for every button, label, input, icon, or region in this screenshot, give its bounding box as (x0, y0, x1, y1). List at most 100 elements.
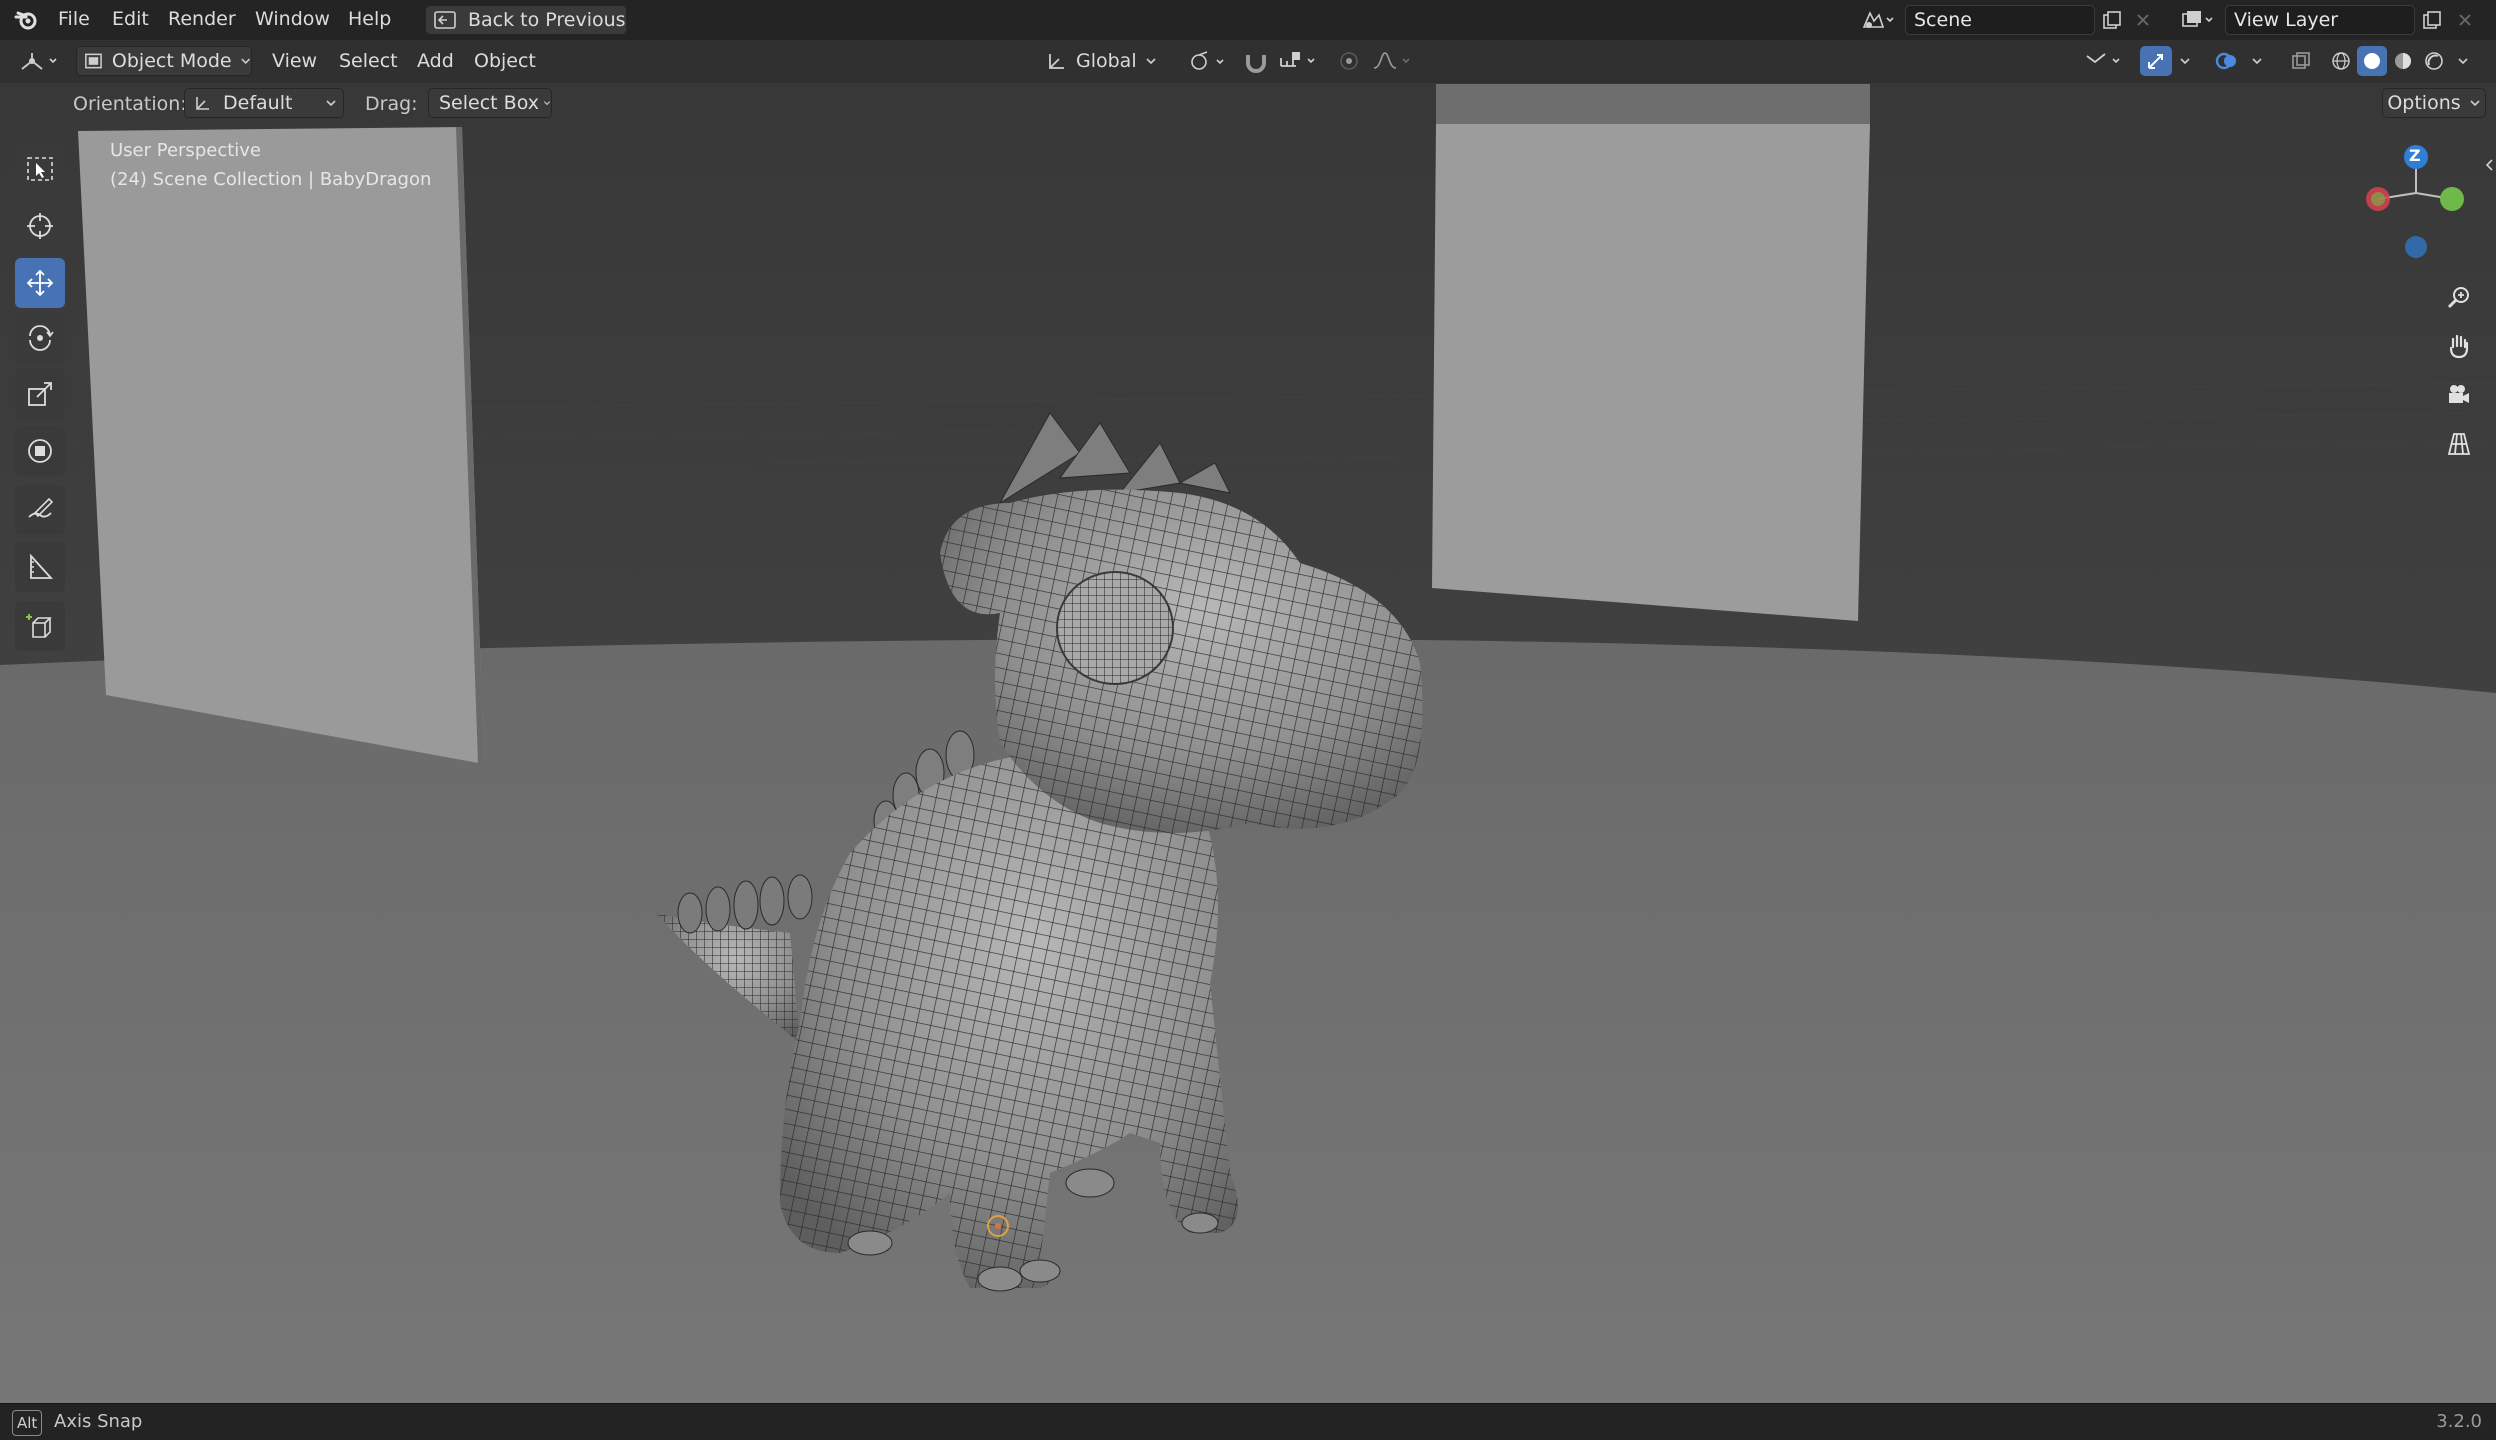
hand-icon (2449, 334, 2469, 359)
shading-dropdown[interactable] (2452, 46, 2474, 76)
chevron-down-icon (326, 100, 336, 107)
menu-window[interactable]: Window (255, 8, 330, 30)
rotate-icon (29, 325, 54, 351)
options-label: Options (2387, 92, 2461, 114)
shading-solid-button[interactable] (2357, 46, 2387, 76)
selectability-icon (2086, 53, 2120, 64)
options-dropdown[interactable]: Options (2382, 88, 2486, 118)
menu-file[interactable]: File (58, 8, 90, 30)
menu-help[interactable]: Help (348, 8, 391, 30)
falloff-curve-icon (1373, 52, 1410, 69)
viewport-collection-label: (24) Scene Collection | BabyDragon (110, 169, 432, 190)
orientation-dropdown[interactable]: Default (184, 88, 344, 118)
tool-transform[interactable] (15, 426, 65, 476)
object-visibility-dropdown[interactable] (2080, 46, 2130, 76)
view-layer-icon (2182, 11, 2213, 27)
gizmo-dropdown[interactable] (2174, 46, 2196, 76)
tool-measure[interactable] (15, 542, 65, 592)
tool-scale[interactable] (15, 369, 65, 419)
back-to-previous-label: Back to Previous (468, 9, 626, 31)
menu-edit[interactable]: Edit (112, 8, 149, 30)
menu-render[interactable]: Render (168, 8, 236, 30)
viewport-scene (0, 83, 2496, 1404)
pivot-point-dropdown[interactable] (1186, 46, 1232, 76)
drag-label: Drag: (365, 93, 418, 115)
viewport-header: Object Mode View Select Add Object Globa… (0, 40, 2496, 83)
tool-cursor[interactable] (15, 201, 65, 251)
overlays-dropdown[interactable] (2246, 46, 2268, 76)
mode-selector[interactable]: Object Mode (76, 46, 252, 76)
tool-annotate[interactable] (15, 485, 65, 535)
chevron-down-icon (2458, 58, 2468, 65)
drag-dropdown[interactable]: Select Box (428, 88, 552, 118)
select-box-icon (27, 157, 53, 181)
tool-rotate[interactable] (15, 313, 65, 363)
annotate-icon (28, 497, 54, 518)
scene-name-field[interactable]: Scene (1905, 5, 2095, 35)
zoom-button[interactable] (2439, 277, 2479, 317)
view-layer-browse-button[interactable] (2172, 5, 2222, 35)
sidebar-toggle-icon[interactable] (2482, 153, 2496, 177)
chevron-down-icon (240, 58, 250, 64)
menu-view[interactable]: View (272, 50, 317, 72)
transform-orientation-label: Global (1076, 50, 1137, 72)
blender-logo-icon[interactable] (12, 6, 42, 34)
alt-key-badge: Alt (12, 1410, 43, 1436)
menu-add[interactable]: Add (417, 50, 454, 72)
move-icon (26, 269, 54, 297)
menu-object[interactable]: Object (474, 50, 536, 72)
3d-viewport[interactable]: User Perspective (24) Scene Collection |… (0, 83, 2496, 1404)
orientation-value: Default (223, 92, 293, 114)
wireframe-sphere-icon (2332, 52, 2350, 70)
proportional-edit-icon (1340, 52, 1358, 70)
snap-target-dropdown[interactable] (1276, 46, 1324, 76)
chevron-down-icon (1146, 58, 1156, 65)
transform-icon (28, 439, 52, 463)
drag-value: Select Box (439, 92, 539, 114)
object-mode-icon (85, 53, 102, 69)
camera-view-button[interactable] (2439, 375, 2479, 415)
proportional-editing-toggle[interactable] (1334, 46, 1364, 76)
view-layer-name-field[interactable]: View Layer (2225, 5, 2415, 35)
new-view-layer-icon[interactable] (2418, 7, 2446, 33)
snap-increment-icon (1280, 52, 1315, 67)
gizmo-y-axis (2440, 187, 2464, 211)
back-to-previous-button[interactable]: Back to Previous (425, 5, 627, 35)
transform-orientation-dropdown[interactable]: Global (1046, 46, 1172, 76)
xray-toggle-button[interactable] (2286, 46, 2316, 76)
material-sphere-icon (2395, 53, 2411, 69)
overlays-toggle-button[interactable] (2210, 46, 2244, 76)
editor-type-button[interactable] (14, 46, 66, 76)
top-menu-bar: File Edit Render Window Help Back to Pre… (0, 0, 2496, 41)
scene-browse-button[interactable] (1853, 5, 1903, 35)
delete-view-layer-icon[interactable] (2452, 7, 2478, 33)
scale-icon (28, 382, 52, 406)
delete-scene-icon[interactable] (2130, 7, 2156, 33)
pan-button[interactable] (2439, 326, 2479, 366)
snap-toggle[interactable] (1238, 46, 1274, 76)
tool-add-cube[interactable] (15, 601, 65, 651)
gizmo-toggle-button[interactable] (2140, 46, 2172, 76)
orthographic-toggle-button[interactable] (2439, 424, 2479, 464)
new-scene-icon[interactable] (2098, 7, 2126, 33)
shading-material-button[interactable] (2388, 46, 2418, 76)
chevron-down-icon (543, 101, 551, 106)
tool-select-box[interactable] (15, 144, 65, 194)
chevron-down-icon (2470, 100, 2480, 107)
pivot-icon (1191, 51, 1224, 70)
chevron-down-icon (2180, 58, 2190, 65)
tool-move[interactable] (15, 258, 65, 308)
shading-rendered-button[interactable] (2419, 46, 2449, 76)
orientation-global-icon (1049, 54, 1064, 69)
measure-icon (30, 553, 54, 579)
gizmo-z-label: Z (2409, 146, 2421, 165)
orientation-icon (196, 97, 209, 110)
status-bar: Alt Axis Snap 3.2.0 (0, 1403, 2496, 1440)
back-icon (434, 11, 456, 29)
chevron-down-icon (2252, 58, 2262, 65)
xray-icon (2292, 52, 2310, 69)
gizmo-z-negative (2405, 236, 2427, 258)
proportional-falloff-dropdown[interactable] (1368, 46, 1418, 76)
menu-select[interactable]: Select (339, 50, 398, 72)
shading-wireframe-button[interactable] (2326, 46, 2356, 76)
